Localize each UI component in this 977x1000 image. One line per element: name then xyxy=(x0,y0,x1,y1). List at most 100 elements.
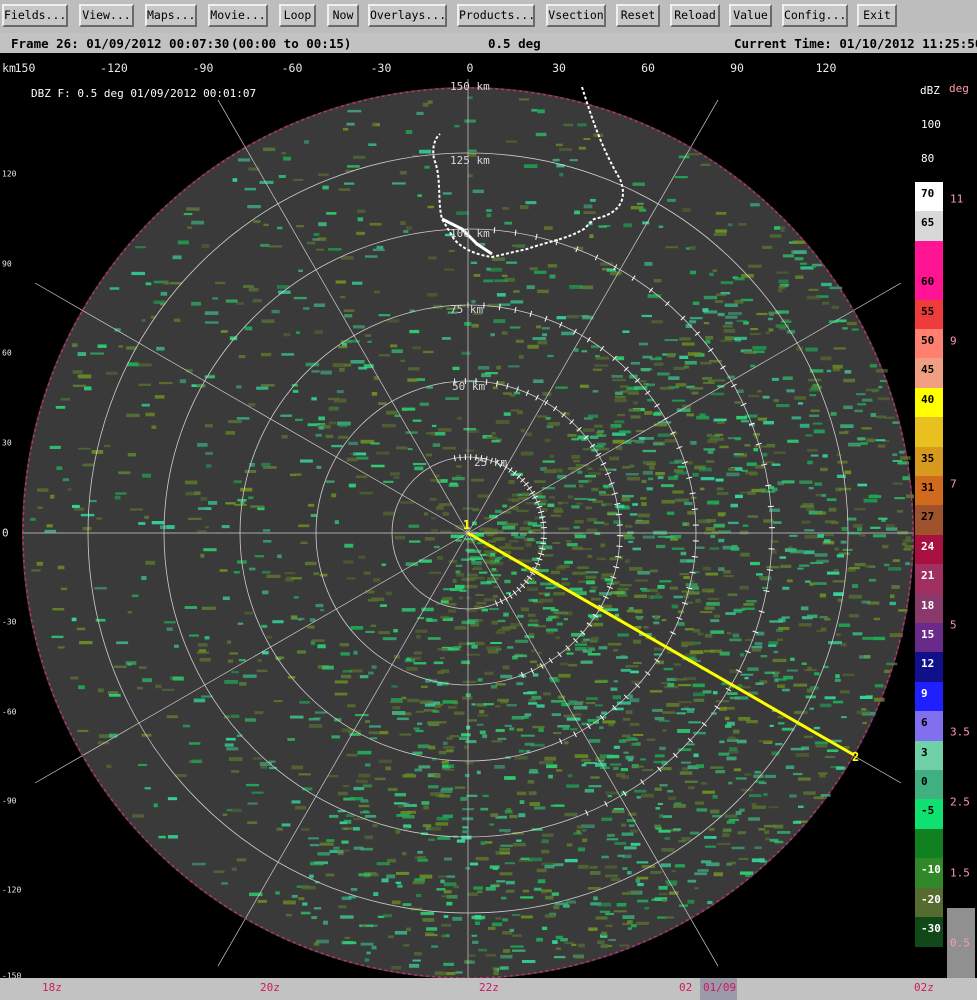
radar-echo-cell xyxy=(300,828,310,832)
radar-echo-cell xyxy=(490,552,496,557)
radar-echo-cell xyxy=(360,942,374,946)
radar-echo-cell xyxy=(607,642,622,646)
radar-echo-cell xyxy=(437,836,451,840)
radar-echo-cell xyxy=(718,752,730,756)
vsection-point-2[interactable]: 2 xyxy=(852,750,859,764)
radar-echo-cell xyxy=(581,763,587,767)
radar-echo-cell xyxy=(381,423,396,428)
radar-echo-cell xyxy=(715,229,727,233)
radar-echo-cell xyxy=(865,564,874,569)
radar-echo-cell xyxy=(429,497,437,501)
radar-echo-cell xyxy=(372,248,385,252)
radar-echo-cell xyxy=(381,878,389,883)
radar-echo-cell xyxy=(237,622,244,625)
radar-echo-cell xyxy=(566,652,574,655)
radar-echo-cell xyxy=(772,550,777,554)
radar-echo-cell xyxy=(222,813,228,816)
radar-echo-cell xyxy=(725,315,738,319)
radar-echo-cell xyxy=(433,661,444,665)
radar-echo-cell xyxy=(755,682,764,685)
radar-echo-cell xyxy=(368,143,377,147)
radar-echo-cell xyxy=(851,328,859,331)
radar-echo-cell xyxy=(705,845,716,848)
top-axis-tick: 30 xyxy=(552,61,566,75)
radar-echo-cell xyxy=(415,629,428,633)
now-button[interactable]: Now xyxy=(327,4,359,27)
vsection-point-1[interactable]: 1 xyxy=(463,518,470,532)
ppi-display[interactable]: 1 2 25 km 50 km 75 km 100 km 125 km 150 … xyxy=(22,79,914,978)
radar-echo-cell xyxy=(144,515,149,519)
radar-echo-cell xyxy=(387,787,398,792)
radar-echo-cell xyxy=(141,319,146,322)
radar-ppi-canvas[interactable]: 1 2 25 km 50 km 75 km 100 km 125 km 150 … xyxy=(22,79,914,978)
radar-echo-cell xyxy=(537,109,545,114)
radar-echo-cell xyxy=(273,700,283,703)
radar-echo-cell xyxy=(654,754,665,758)
radar-echo-cell xyxy=(198,649,207,653)
config-button[interactable]: Config... xyxy=(782,4,848,27)
radar-echo-cell xyxy=(446,875,456,878)
time-axis-label: 18z xyxy=(42,981,62,994)
radar-echo-cell xyxy=(445,397,459,400)
radar-echo-cell xyxy=(822,454,828,458)
value-button[interactable]: Value xyxy=(729,4,772,27)
radar-echo-cell xyxy=(695,546,705,549)
radar-echo-cell xyxy=(820,794,831,797)
overlays-button[interactable]: Overlays... xyxy=(368,4,447,27)
radar-echo-cell xyxy=(467,719,478,722)
radar-echo-cell xyxy=(569,587,583,591)
radar-echo-cell xyxy=(892,482,904,485)
radar-echo-cell xyxy=(862,636,873,640)
radar-echo-cell xyxy=(471,323,479,328)
radar-echo-cell xyxy=(492,594,499,598)
radar-echo-cell xyxy=(604,608,619,612)
view-button[interactable]: View... xyxy=(79,4,134,27)
color-scale-label: 3 xyxy=(921,745,928,759)
radar-echo-cell xyxy=(281,823,291,827)
radar-echo-cell xyxy=(417,858,428,862)
radar-echo-cell xyxy=(409,540,421,543)
radar-echo-cell xyxy=(153,803,158,808)
radar-echo-cell xyxy=(642,449,656,453)
radar-echo-cell xyxy=(422,350,434,354)
radar-echo-cell xyxy=(431,945,438,948)
reload-button[interactable]: Reload xyxy=(670,4,720,27)
radar-echo-cell xyxy=(686,709,695,713)
products-button[interactable]: Products... xyxy=(457,4,535,27)
radar-echo-cell xyxy=(445,749,454,753)
reset-button[interactable]: Reset xyxy=(616,4,660,27)
radar-echo-cell xyxy=(432,443,441,447)
radar-echo-cell xyxy=(737,831,746,835)
vsection-button[interactable]: Vsection xyxy=(546,4,606,27)
radar-echo-cell xyxy=(836,633,841,637)
color-scale-cell: 70 xyxy=(915,182,943,212)
exit-button[interactable]: Exit xyxy=(857,4,897,27)
radar-echo-cell xyxy=(819,703,832,708)
radar-echo-cell xyxy=(848,442,861,447)
radar-echo-cell xyxy=(412,346,422,350)
maps-button[interactable]: Maps... xyxy=(145,4,197,27)
radar-echo-cell xyxy=(469,954,476,957)
loop-button[interactable]: Loop xyxy=(279,4,316,27)
radar-echo-cell xyxy=(829,286,843,290)
radar-echo-cell xyxy=(892,559,900,563)
radar-echo-cell xyxy=(485,841,493,844)
radar-echo-cell xyxy=(634,609,643,614)
radar-echo-cell xyxy=(659,814,664,818)
fields-button[interactable]: Fields... xyxy=(2,4,68,27)
movie-button[interactable]: Movie... xyxy=(208,4,268,27)
radar-echo-cell xyxy=(621,534,633,537)
color-scale-label: 35 xyxy=(921,451,935,465)
radar-echo-cell xyxy=(396,717,409,721)
radar-echo-cell xyxy=(593,896,598,901)
radar-echo-cell xyxy=(719,740,725,744)
radar-echo-cell xyxy=(605,791,620,795)
radar-echo-cell xyxy=(478,948,488,952)
radar-echo-cell xyxy=(470,478,485,482)
radar-echo-cell xyxy=(311,370,320,373)
radar-echo-cell xyxy=(82,526,92,531)
radar-echo-cell xyxy=(322,185,329,190)
radar-echo-cell xyxy=(293,596,299,599)
radar-echo-cell xyxy=(677,610,685,614)
radar-echo-cell xyxy=(805,580,811,583)
